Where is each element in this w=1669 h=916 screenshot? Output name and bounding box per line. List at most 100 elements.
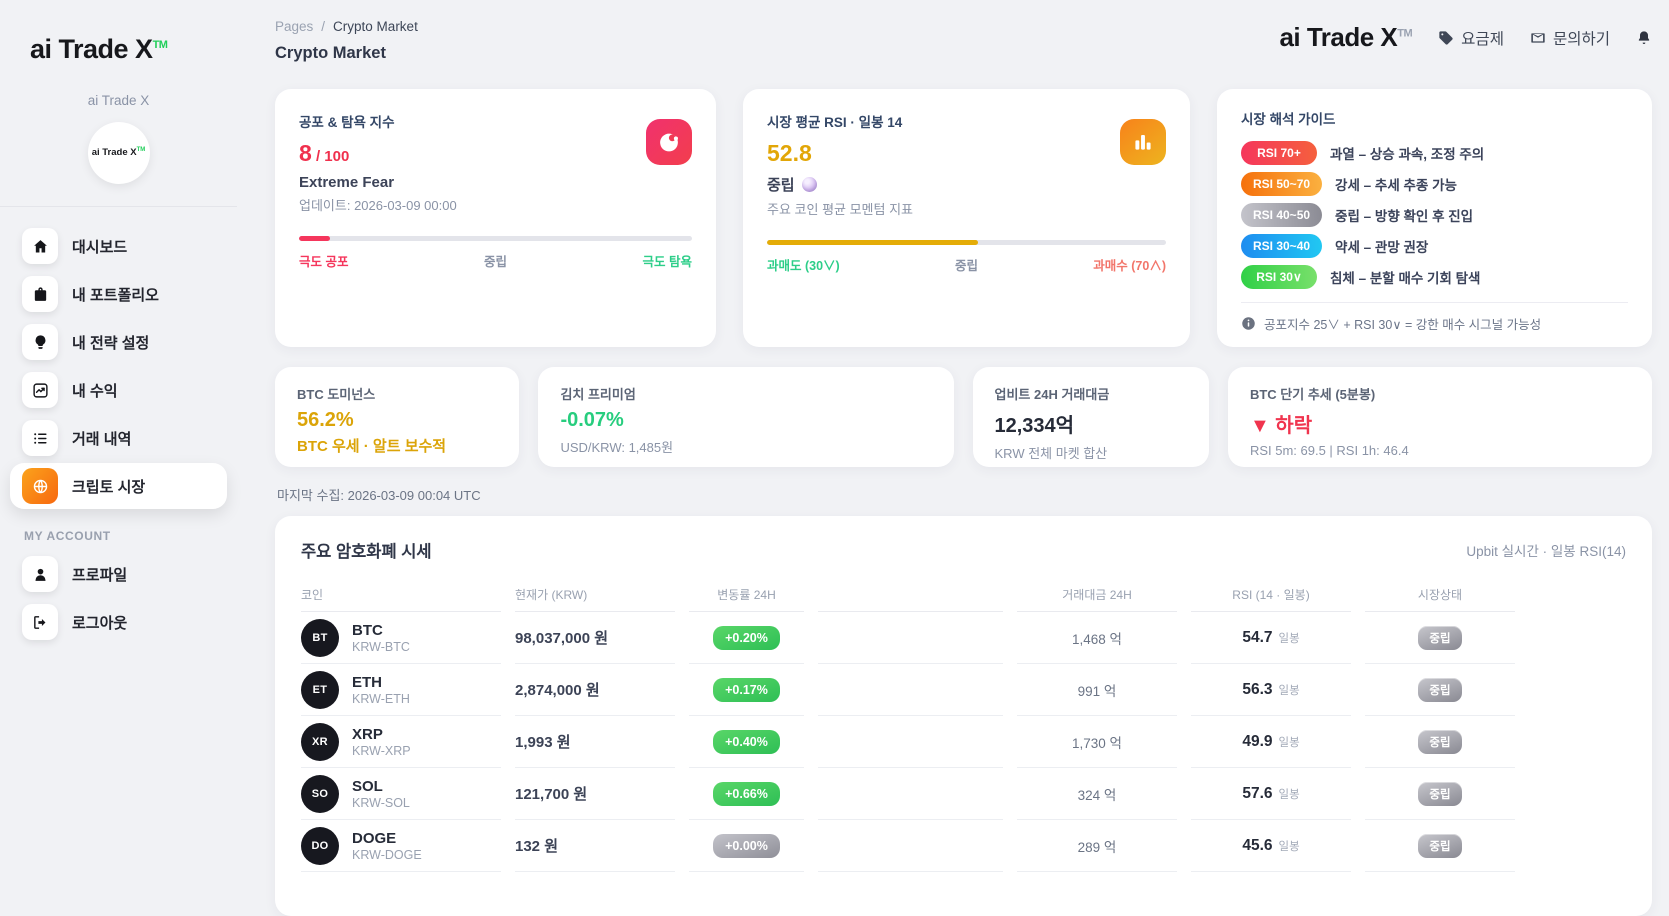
sidebar-item-로그아웃[interactable]: 로그아웃 (10, 599, 227, 645)
coin-pair: KRW-ETH (352, 692, 410, 706)
sidebar-item-label: 로그아웃 (72, 612, 127, 633)
fear-greed-progress-fill (299, 236, 330, 241)
notifications-bell-icon[interactable] (1636, 30, 1652, 46)
avatar-brand-tm: TM (137, 147, 146, 153)
coin-avatar: XR (301, 723, 339, 761)
sidebar-item-내 포트폴리오[interactable]: 내 포트폴리오 (10, 271, 227, 317)
fear-greed-scale: 극도 공포 중립 극도 탐욕 (299, 251, 692, 270)
stat-card: 업비트 24H 거래대금 12,334억 KRW 전체 마켓 합산 (973, 367, 1209, 467)
profile-name: ai Trade X (0, 93, 237, 108)
change-badge: +0.17% (713, 678, 780, 702)
header-brand-tm: TM (1397, 27, 1412, 39)
header-brand: ai Trade XTM (1279, 22, 1412, 53)
topbar-right: ai Trade XTM 요금제 문의하기 (1279, 12, 1652, 53)
change-badge: +0.40% (713, 730, 780, 754)
crypto-table-title: 주요 암호화폐 시세 (301, 538, 432, 562)
sidebar-item-프로파일[interactable]: 프로파일 (10, 551, 227, 597)
change-badge: +0.66% (713, 782, 780, 806)
col-header-change: 변동률 24H (689, 578, 804, 612)
coin-price: 132 원 (515, 820, 675, 872)
rsi-range-badge: RSI 30∨ (1241, 265, 1317, 289)
crypto-table-card: 주요 암호화폐 시세 Upbit 실시간 · 일봉 RSI(14) 코인 현재가… (275, 516, 1652, 916)
rsi-range-badge: RSI 30~40 (1241, 234, 1322, 258)
coin-price: 121,700 원 (515, 768, 675, 820)
col-header-price: 현재가 (KRW) (515, 578, 675, 612)
stat-card-title: 김치 프리미엄 (560, 384, 931, 403)
lightbulb-icon (22, 324, 58, 360)
page-title: Crypto Market (275, 44, 418, 63)
stat-card-title: BTC 도미넌스 (297, 384, 497, 403)
coin-name: BTC (352, 621, 410, 641)
metric-cards-row: 공포 & 탐욕 지수 8 / 100 Extreme Fear 업데이트: 20… (275, 89, 1652, 347)
coin-rsi: 57.6 (1242, 785, 1272, 803)
market-state-badge: 중립 (1418, 678, 1461, 702)
market-rsi-card: 시장 평균 RSI · 일봉 14 52.8 중립 주요 코인 평균 모멘텀 지… (743, 89, 1190, 347)
coin-volume: 324 억 (1017, 768, 1177, 820)
coin-volume: 991 억 (1017, 664, 1177, 716)
coin-pair: KRW-DOGE (352, 848, 422, 862)
row-spacer (818, 612, 1003, 664)
market-state-badge: 중립 (1418, 626, 1461, 650)
market-rsi-scale: 과매도 (30∨) 중립 과매수 (70∧) (767, 255, 1166, 274)
crypto-table-body: BT BTC KRW-BTC 98,037,000 원 +0.20% 1,468… (275, 612, 1652, 872)
sidebar-logo-tm: TM (153, 39, 168, 51)
fear-greed-updated: 업데이트: 2026-03-09 00:00 (299, 195, 692, 214)
market-guide-card: 시장 해석 가이드 RSI 70+ 과열 – 상승 과속, 조정 주의 RSI … (1217, 89, 1652, 347)
contact-link[interactable]: 문의하기 (1530, 27, 1610, 49)
sidebar-item-내 전략 설정[interactable]: 내 전략 설정 (10, 319, 227, 365)
stat-card-value: 12,334억 (995, 409, 1187, 438)
breadcrumb-root[interactable]: Pages (275, 19, 313, 34)
app-layout: ai Trade XTM ai Trade X ai Trade XTM 대시보… (0, 0, 1669, 877)
coin-pair: KRW-SOL (352, 796, 410, 810)
crypto-table-column-headers: 코인 현재가 (KRW) 변동률 24H 거래대금 24H RSI (14 · … (275, 578, 1652, 612)
scale-extreme-greed: 극도 탐욕 (643, 251, 692, 270)
crystal-ball-icon (802, 177, 817, 192)
stat-card: BTC 도미넌스 56.2% BTC 우세 · 알트 보수적 (275, 367, 519, 467)
market-guide-rows: RSI 70+ 과열 – 상승 과속, 조정 주의 RSI 50~70 강세 –… (1241, 141, 1628, 289)
briefcase-icon (22, 276, 58, 312)
stat-card-value: ▼ 하락 (1250, 409, 1630, 438)
fear-greed-card: 공포 & 탐욕 지수 8 / 100 Extreme Fear 업데이트: 20… (275, 89, 716, 347)
coin-price: 1,993 원 (515, 716, 675, 768)
sidebar-logo-text: ai Trade X (30, 34, 153, 64)
fear-greed-label: Extreme Fear (299, 174, 692, 191)
scale-rsi-neutral: 중립 (955, 255, 978, 274)
stat-card-value: 56.2% (297, 409, 497, 432)
coin-rsi-unit: 일봉 (1279, 630, 1300, 646)
market-rsi-progress-fill (767, 240, 978, 245)
info-icon (1241, 316, 1256, 331)
coin-rsi-unit: 일봉 (1279, 786, 1300, 802)
col-header-volume: 거래대금 24H (1017, 578, 1177, 612)
guide-row-text: 침체 – 분할 매수 기회 탐색 (1330, 267, 1480, 287)
sidebar-logo[interactable]: ai Trade XTM (0, 0, 237, 65)
sidebar-item-label: 내 수익 (72, 380, 118, 401)
coin-price: 98,037,000 원 (515, 612, 675, 664)
breadcrumb-current: Crypto Market (333, 19, 418, 34)
pricing-link[interactable]: 요금제 (1438, 27, 1504, 49)
avatar: ai Trade XTM (88, 122, 150, 184)
market-rsi-value: 52.8 (767, 140, 1166, 167)
guide-row-text: 약세 – 관망 권장 (1335, 236, 1428, 256)
sidebar-item-내 수익[interactable]: 내 수익 (10, 367, 227, 413)
coin-rsi: 49.9 (1242, 733, 1272, 751)
tag-icon (1438, 30, 1454, 46)
col-header-state: 시장상태 (1365, 578, 1515, 612)
market-rsi-desc: 주요 코인 평균 모멘텀 지표 (767, 199, 1166, 218)
fear-greed-icon (646, 119, 692, 165)
coin-avatar: SO (301, 775, 339, 813)
last-sync-text: 마지막 수집: 2026-03-09 00:04 UTC (277, 485, 1652, 504)
sidebar-item-label: 프로파일 (72, 564, 127, 585)
stat-card-value: -0.07% (560, 409, 931, 432)
scale-extreme-fear: 극도 공포 (299, 251, 348, 270)
stat-card-subtext: KRW 전체 마켓 합산 (995, 443, 1187, 462)
sidebar-item-크립토 시장[interactable]: 크립토 시장 (10, 463, 227, 509)
sidebar-divider (0, 206, 237, 207)
sidebar-item-거래 내역[interactable]: 거래 내역 (10, 415, 227, 461)
sidebar-profile: ai Trade X ai Trade XTM (0, 93, 237, 184)
sidebar-item-대시보드[interactable]: 대시보드 (10, 223, 227, 269)
topbar: Pages / Crypto Market Crypto Market ai T… (275, 12, 1652, 63)
coin-avatar: DO (301, 827, 339, 865)
sidebar-item-label: 거래 내역 (72, 428, 131, 449)
globe-icon (22, 468, 58, 504)
guide-row: RSI 40~50 중립 – 방향 확인 후 진입 (1241, 203, 1628, 227)
